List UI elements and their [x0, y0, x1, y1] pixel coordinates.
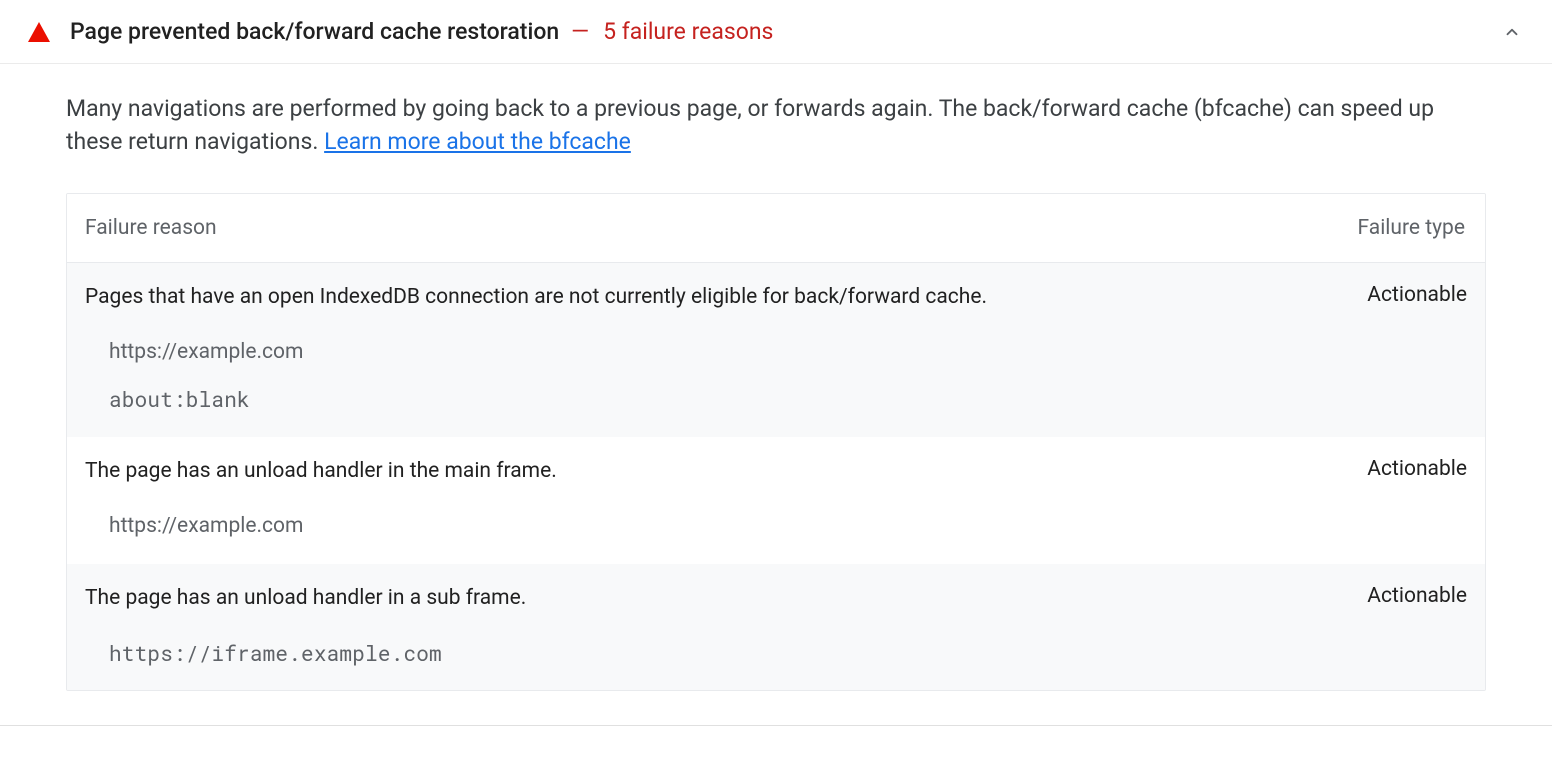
table-row-top: Pages that have an open IndexedDB connec… [85, 283, 1467, 312]
learn-more-link[interactable]: Learn more about the bfcache [324, 128, 631, 155]
table-row-top: The page has an unload handler in a sub … [85, 584, 1467, 613]
chevron-up-icon[interactable] [1500, 20, 1524, 44]
failure-urls: https://example.com [85, 512, 1467, 541]
failure-reasons-table: Failure reason Failure type Pages that h… [66, 193, 1486, 692]
failure-reason-text: Pages that have an open IndexedDB connec… [85, 283, 1367, 312]
table-body: Pages that have an open IndexedDB connec… [67, 263, 1485, 691]
table-row-top: The page has an unload handler in the ma… [85, 457, 1467, 486]
warning-triangle-icon [28, 22, 50, 42]
panel-subtitle: 5 failure reasons [603, 18, 773, 45]
column-header-reason: Failure reason [85, 216, 1358, 240]
failure-reason-text: The page has an unload handler in a sub … [85, 584, 1367, 613]
table-row: The page has an unload handler in the ma… [67, 437, 1485, 564]
failure-url: https://example.com [109, 338, 1467, 367]
failure-url: about:blank [109, 385, 1467, 414]
table-row: The page has an unload handler in a sub … [67, 564, 1485, 691]
subtitle-dash: — [571, 18, 589, 45]
description-paragraph: Many navigations are performed by going … [66, 92, 1486, 159]
panel-title: Page prevented back/forward cache restor… [70, 18, 559, 45]
failure-type-text: Actionable [1367, 584, 1467, 608]
failure-urls: https://iframe.example.com [85, 639, 1467, 668]
table-header-row: Failure reason Failure type [67, 194, 1485, 263]
failure-url: https://example.com [109, 512, 1467, 541]
failure-type-text: Actionable [1367, 457, 1467, 481]
panel-header[interactable]: Page prevented back/forward cache restor… [0, 0, 1552, 64]
panel-body: Many navigations are performed by going … [0, 64, 1552, 725]
header-text-group: Page prevented back/forward cache restor… [70, 18, 773, 45]
failure-reason-text: The page has an unload handler in the ma… [85, 457, 1367, 486]
failure-urls: https://example.com about:blank [85, 338, 1467, 415]
failure-url: https://iframe.example.com [109, 639, 1467, 668]
failure-type-text: Actionable [1367, 283, 1467, 307]
bfcache-audit-panel: Page prevented back/forward cache restor… [0, 0, 1552, 726]
description-text: Many navigations are performed by going … [66, 95, 1434, 155]
table-row: Pages that have an open IndexedDB connec… [67, 263, 1485, 437]
column-header-type: Failure type [1358, 216, 1467, 240]
